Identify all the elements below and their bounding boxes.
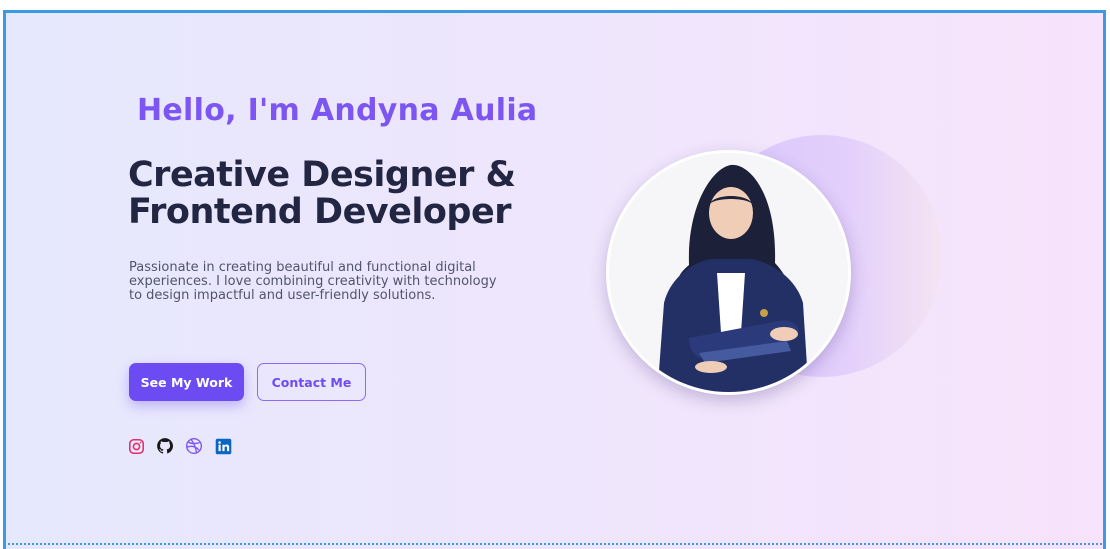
- page-frame: Hello, I'm Andyna Aulia Creative Designe…: [3, 10, 1106, 549]
- see-my-work-button[interactable]: See My Work: [129, 363, 244, 401]
- headline-line-2: Frontend Developer: [128, 192, 511, 232]
- instagram-icon[interactable]: [127, 437, 145, 455]
- contact-me-button[interactable]: Contact Me: [257, 363, 366, 401]
- profile-illustration: [609, 153, 848, 392]
- hero-section: Hello, I'm Andyna Aulia Creative Designe…: [6, 13, 1103, 549]
- hero-bio: Passionate in creating beautiful and fun…: [129, 260, 497, 303]
- headline-line-1: Creative Designer &: [128, 155, 516, 195]
- social-links: [127, 437, 232, 455]
- profile-photo: [606, 150, 851, 395]
- linkedin-icon[interactable]: [214, 437, 232, 455]
- hero-headline: Creative Designer & Frontend Developer: [128, 157, 568, 231]
- github-icon[interactable]: [156, 437, 174, 455]
- dribbble-icon[interactable]: [185, 437, 203, 455]
- section-divider: [3, 543, 1106, 545]
- greeting-heading: Hello, I'm Andyna Aulia: [137, 93, 538, 128]
